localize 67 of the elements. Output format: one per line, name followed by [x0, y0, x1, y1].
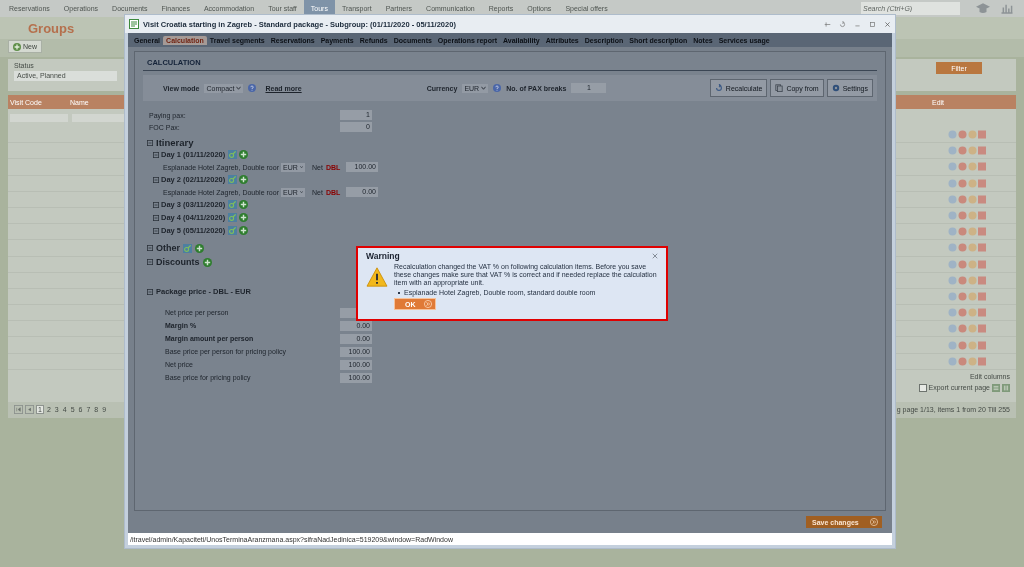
copy-icon [775, 84, 784, 92]
row-actions-icon[interactable] [948, 178, 988, 188]
collapse-icon[interactable] [147, 288, 153, 295]
search-icon[interactable] [228, 175, 238, 184]
add-icon[interactable] [239, 213, 249, 222]
row-actions-icon[interactable] [948, 275, 988, 285]
add-icon[interactable] [202, 257, 212, 267]
other-heading: Other [156, 243, 180, 253]
collapse-icon[interactable] [153, 214, 159, 221]
row-actions-icon[interactable] [948, 243, 988, 253]
collapse-icon[interactable] [153, 176, 159, 183]
warning-icon [366, 267, 388, 287]
row-actions-icon[interactable] [948, 227, 988, 237]
itinerary-heading: Itinerary [156, 137, 194, 148]
add-icon[interactable] [239, 200, 249, 209]
help-icon[interactable] [493, 84, 502, 92]
row-actions-icon[interactable] [948, 324, 988, 334]
add-icon[interactable] [239, 150, 249, 159]
export-checkbox[interactable] [918, 383, 927, 392]
spreadsheet-icon[interactable] [1002, 383, 1010, 392]
collapse-icon[interactable] [153, 151, 159, 158]
reload-icon[interactable] [839, 20, 846, 28]
add-icon[interactable] [195, 243, 204, 253]
chevron-icon [870, 518, 878, 526]
row-actions-icon[interactable] [948, 259, 988, 269]
collapse-icon[interactable] [153, 227, 159, 234]
add-icon[interactable] [239, 226, 249, 235]
row-actions-icon[interactable] [948, 130, 988, 140]
first-page-icon[interactable] [14, 405, 23, 415]
close-icon[interactable] [652, 253, 658, 259]
chevron-icon [424, 300, 432, 309]
search-icon[interactable] [228, 200, 238, 209]
help-icon[interactable] [248, 84, 257, 92]
collapse-icon[interactable] [147, 259, 153, 265]
row-actions-icon[interactable] [948, 340, 988, 350]
add-icon[interactable] [239, 175, 249, 184]
row-actions-icon[interactable] [948, 211, 988, 221]
caret-icon [299, 165, 303, 169]
search-icon[interactable] [228, 150, 238, 159]
caret-icon [299, 190, 303, 194]
add-icon [13, 42, 21, 51]
dialog-title: Warning [366, 251, 400, 261]
window-icon [129, 19, 139, 29]
collapse-icon[interactable] [153, 201, 159, 208]
refresh-icon [714, 84, 723, 92]
row-actions-icon[interactable] [948, 308, 988, 318]
row-actions-icon[interactable] [948, 146, 988, 156]
discounts-heading: Discounts [156, 257, 200, 267]
caret-icon [481, 86, 487, 90]
spreadsheet-icon[interactable] [992, 383, 1000, 392]
maximize-icon[interactable] [869, 20, 876, 28]
caret-icon [236, 86, 242, 90]
row-actions-icon[interactable] [948, 194, 988, 204]
page-title: Groups [28, 20, 75, 36]
search-icon[interactable] [228, 226, 238, 235]
row-actions-icon[interactable] [948, 356, 988, 366]
previous-page-icon[interactable] [25, 405, 34, 415]
bar-chart-icon[interactable] [1000, 3, 1014, 14]
row-actions-icon[interactable] [948, 291, 988, 301]
collapse-icon[interactable] [147, 245, 153, 251]
search-icon[interactable] [228, 213, 238, 222]
search-icon[interactable] [183, 243, 192, 253]
close-icon[interactable] [884, 20, 891, 28]
graduation-cap-icon[interactable] [976, 3, 990, 14]
collapse-icon[interactable] [147, 139, 153, 146]
row-actions-icon[interactable] [948, 162, 988, 172]
settings-icon [831, 84, 840, 92]
